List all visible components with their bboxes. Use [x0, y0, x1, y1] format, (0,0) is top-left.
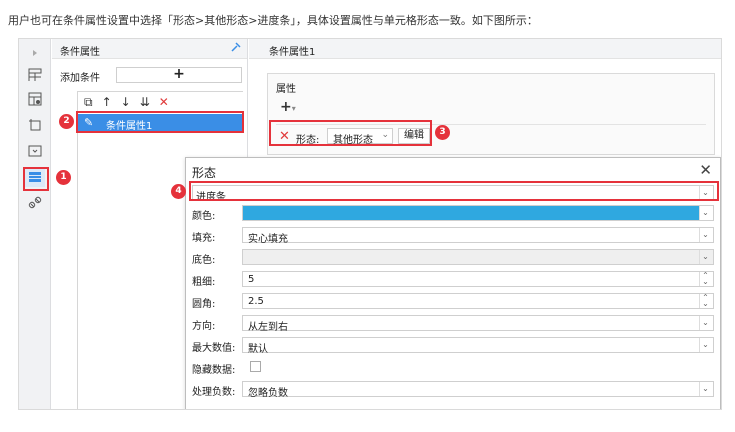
negative-handling-select[interactable]: 忽略负数 ⌄ — [242, 381, 714, 399]
hide-data-row: 隐藏数据: — [192, 358, 714, 376]
color-swatch — [243, 206, 699, 220]
delete-icon[interactable]: ✕ — [159, 95, 169, 109]
hide-data-label: 隐藏数据: — [192, 365, 236, 376]
fill-select[interactable]: 实心填充 ⌄ — [242, 227, 714, 245]
max-value-row: 最大数值: 默认 ⌄ — [192, 336, 714, 355]
highlight-box-2 — [76, 111, 244, 133]
thickness-row: 粗细: 5 ⌃ ⌄ — [192, 270, 714, 288]
property-panel-header: 条件属性1 — [249, 39, 721, 59]
designer-screenshot: 条件属性 添加条件 + ⧉ ↑ ↓ ⇊ ✕ ✎ 条件属性1 条件属性1 属性 +… — [18, 38, 722, 410]
fill-row: 填充: 实心填充 ⌄ — [192, 226, 714, 245]
chevron-down-icon: ▾ — [291, 104, 296, 113]
negative-handling-value: 忽略负数 — [248, 388, 288, 399]
dropdown-widget-icon[interactable] — [25, 141, 45, 161]
highlight-box-4 — [189, 181, 719, 201]
widget-settings-icon[interactable] — [25, 115, 45, 135]
spinner-arrows-icon[interactable]: ⌃ ⌄ — [699, 272, 711, 286]
max-value-value: 默认 — [248, 344, 268, 355]
corner-radius-value: 2.5 — [248, 296, 264, 307]
spinner-arrows-icon[interactable]: ⌃ ⌄ — [699, 294, 711, 308]
direction-value: 从左到右 — [248, 322, 288, 333]
pin-icon[interactable] — [231, 42, 241, 55]
highlight-box-1 — [23, 167, 49, 191]
corner-radius-label: 圆角: — [192, 299, 216, 310]
corner-radius-spinner[interactable]: 2.5 ⌃ ⌄ — [242, 293, 714, 309]
fill-value: 实心填充 — [248, 234, 288, 245]
step-badge-1: 1 — [56, 170, 71, 185]
step-badge-2: 2 — [59, 114, 74, 129]
thickness-value: 5 — [248, 274, 255, 285]
fill-label: 填充: — [192, 233, 216, 244]
add-condition-button[interactable]: + — [116, 67, 242, 83]
property-panel-title: 条件属性1 — [269, 47, 316, 58]
max-value-select[interactable]: 默认 ⌄ — [242, 337, 714, 355]
add-attribute-button[interactable]: +▾ — [280, 99, 296, 115]
condition-panel-header: 条件属性 — [52, 39, 247, 59]
background-color-label: 底色: — [192, 255, 216, 266]
attribute-group-label: 属性 — [276, 84, 296, 95]
direction-row: 方向: 从左到右 ⌄ — [192, 314, 714, 333]
color-label: 颜色: — [192, 211, 216, 222]
color-row: 颜色: ⌄ — [192, 204, 714, 222]
add-attribute-plus: + — [280, 99, 292, 115]
negative-handling-label: 处理负数: — [192, 387, 236, 398]
corner-radius-row: 圆角: 2.5 ⌃ ⌄ — [192, 292, 714, 310]
direction-label: 方向: — [192, 321, 216, 332]
move-down-icon[interactable]: ↓ — [121, 95, 131, 109]
condition-panel-title: 条件属性 — [60, 47, 100, 58]
import-icon[interactable]: ⇊ — [140, 95, 150, 109]
color-picker[interactable]: ⌄ — [242, 205, 714, 221]
left-icon-bar — [19, 39, 51, 409]
hide-data-checkbox[interactable] — [250, 361, 261, 372]
cell-element-icon[interactable] — [25, 65, 45, 85]
step-badge-3: 3 — [435, 125, 450, 140]
cell-attribute-icon[interactable] — [25, 89, 45, 109]
copy-icon[interactable]: ⧉ — [84, 95, 93, 110]
dialog-title: 形态 — [192, 166, 217, 180]
add-condition-label: 添加条件 — [60, 73, 100, 84]
condition-toolbar: ⧉ ↑ ↓ ⇊ ✕ — [84, 95, 169, 110]
hyperlink-icon[interactable] — [25, 193, 45, 213]
chevron-down-icon: ⌄ — [699, 316, 711, 330]
background-color-select[interactable]: ⌄ — [242, 249, 714, 265]
chevron-down-icon: ⌄ — [699, 382, 711, 396]
background-color-row: 底色: ⌄ — [192, 248, 714, 266]
step-badge-4: 4 — [171, 184, 186, 199]
highlight-box-3 — [269, 120, 432, 146]
direction-select[interactable]: 从左到右 ⌄ — [242, 315, 714, 333]
negative-handling-row: 处理负数: 忽略负数 ⌄ — [192, 380, 714, 399]
expand-arrow-icon[interactable] — [25, 43, 45, 63]
chevron-down-icon: ⌄ — [699, 250, 711, 264]
add-condition-row: 添加条件 + — [60, 67, 244, 84]
max-value-label: 最大数值: — [192, 343, 236, 354]
thickness-label: 粗细: — [192, 277, 216, 288]
chevron-down-icon: ⌄ — [699, 338, 711, 352]
intro-text: 用户也可在条件属性设置中选择「形态>其他形态>进度条」，具体设置属性与单元格形态… — [8, 14, 538, 27]
thickness-spinner[interactable]: 5 ⌃ ⌄ — [242, 271, 714, 287]
move-up-icon[interactable]: ↑ — [102, 95, 112, 109]
chevron-down-icon: ⌄ — [699, 206, 711, 220]
chevron-down-icon: ⌄ — [699, 228, 711, 242]
close-icon[interactable]: ✕ — [699, 161, 712, 179]
